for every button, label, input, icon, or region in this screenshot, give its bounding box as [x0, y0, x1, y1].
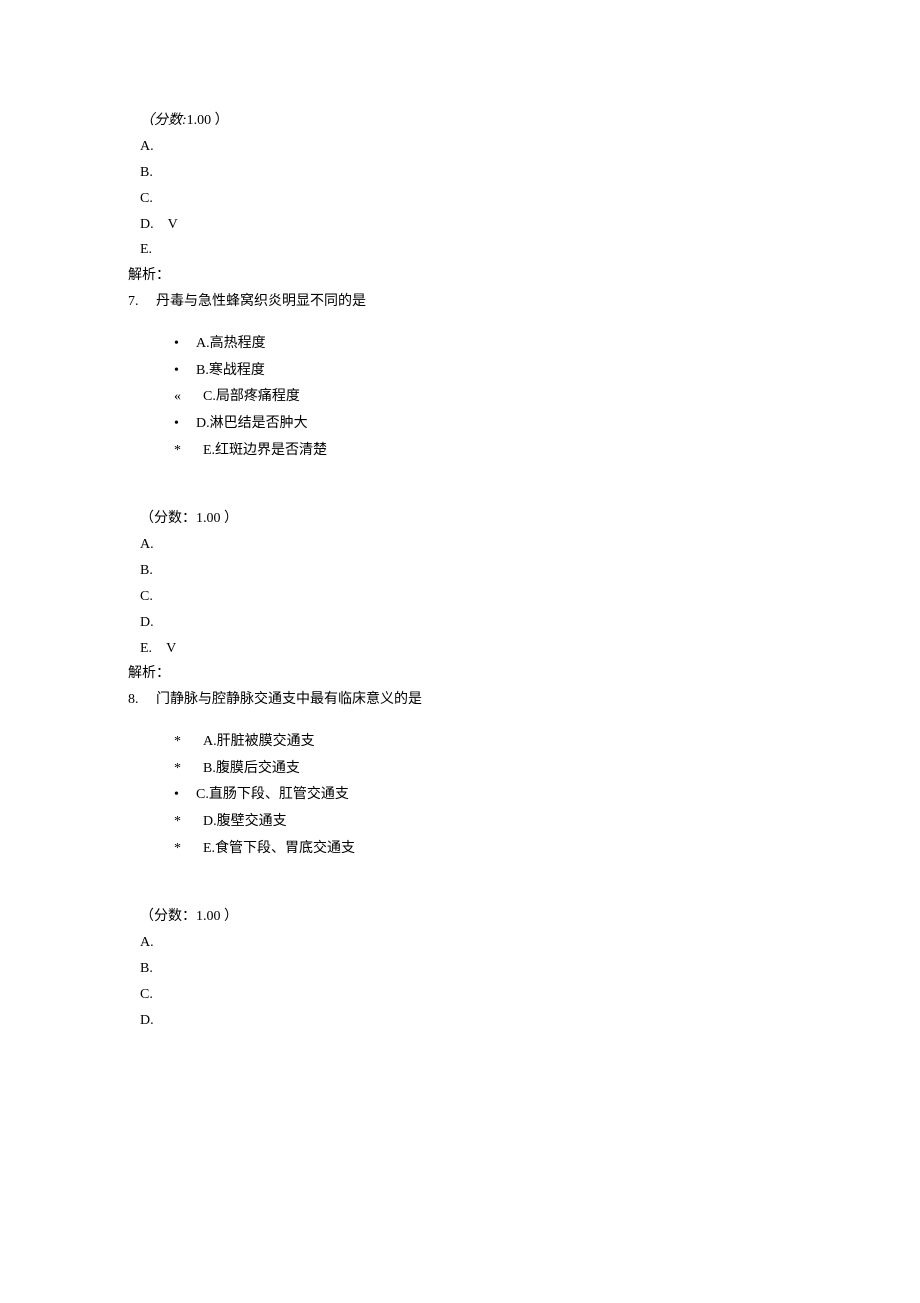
- bullet-icon: *: [174, 836, 196, 863]
- q6-answer-a: A.: [128, 134, 792, 160]
- q6-answer-d: D. V: [128, 212, 792, 238]
- q8-answer-a: A.: [128, 930, 792, 956]
- q7-option-d: •D.淋巴结是否肿大: [174, 411, 792, 438]
- q8-option-a: * A.肝脏被膜交通支: [174, 729, 792, 756]
- q8-option-c: •C.直肠下段、肛管交通支: [174, 782, 792, 809]
- q8-option-b-text: B.腹膜后交通支: [203, 761, 300, 776]
- q8-score-label: （分数：: [140, 909, 196, 924]
- q8-answer-c: C.: [128, 982, 792, 1008]
- q7-option-c-text: C.局部疼痛程度: [203, 389, 300, 404]
- q7-explanation-label: 解析：: [128, 661, 792, 687]
- q7-option-a-text: A.高热程度: [196, 336, 266, 351]
- q7-options: •A.高热程度 •B.寒战程度 « C.局部疼痛程度 •D.淋巴结是否肿大 * …: [128, 331, 792, 464]
- q7-number: 7.: [128, 289, 156, 315]
- bullet-icon: •: [174, 358, 196, 385]
- q8-score: （分数：1.00 ）: [128, 904, 792, 930]
- q7-stem: 7.丹毒与急性蜂窝织炎明显不同的是: [128, 289, 792, 315]
- bullet-icon: *: [174, 438, 196, 465]
- check-mark-icon: V: [166, 636, 176, 662]
- q8-option-a-text: A.肝脏被膜交通支: [203, 734, 315, 749]
- bullet-icon: *: [174, 809, 196, 836]
- q8-option-c-text: C.直肠下段、肛管交通支: [196, 787, 349, 802]
- bullet-icon: «: [174, 384, 196, 411]
- q6-answer-e: E.: [128, 237, 792, 263]
- bullet-icon: *: [174, 729, 196, 756]
- q8-stem-text: 门静脉与腔静脉交通支中最有临床意义的是: [156, 692, 422, 707]
- q7-answer-d: D.: [128, 610, 792, 636]
- bullet-icon: •: [174, 331, 196, 358]
- q8-number: 8.: [128, 687, 156, 713]
- q8-option-d: * D.腹壁交通支: [174, 809, 792, 836]
- q8-option-d-text: D.腹壁交通支: [203, 814, 287, 829]
- q8-option-e: * E.食管下段、胃底交通支: [174, 836, 792, 863]
- q7-stem-text: 丹毒与急性蜂窝织炎明显不同的是: [156, 294, 366, 309]
- q7-option-a: •A.高热程度: [174, 331, 792, 358]
- q7-answer-b: B.: [128, 558, 792, 584]
- q6-answer-d-label: D.: [140, 217, 154, 232]
- q8-answer-b: B.: [128, 956, 792, 982]
- bullet-icon: •: [174, 782, 196, 809]
- q7-answer-e: E. V: [128, 636, 792, 662]
- q8-stem: 8.门静脉与腔静脉交通支中最有临床意义的是: [128, 687, 792, 713]
- q8-answer-d: D.: [128, 1008, 792, 1034]
- q7-score-label: （分数：: [140, 511, 196, 526]
- q7-score-value: 1.00 ）: [196, 511, 238, 526]
- q8-options: * A.肝脏被膜交通支 * B.腹膜后交通支 •C.直肠下段、肛管交通支 * D…: [128, 729, 792, 862]
- q7-option-e: * E.红斑边界是否清楚: [174, 438, 792, 465]
- q7-score: （分数：1.00 ）: [128, 506, 792, 532]
- q6-score-value: 1.00 ）: [187, 113, 229, 128]
- q7-answer-c: C.: [128, 584, 792, 610]
- q7-option-b: •B.寒战程度: [174, 358, 792, 385]
- bullet-icon: •: [174, 411, 196, 438]
- q7-option-c: « C.局部疼痛程度: [174, 384, 792, 411]
- document-page: （分数:1.00 ） A. B. C. D.V E. 解析： 7.丹毒与急性蜂窝…: [0, 0, 920, 1303]
- q6-score-label: （分数:: [140, 113, 187, 128]
- q8-option-b: * B.腹膜后交通支: [174, 756, 792, 783]
- q7-option-b-text: B.寒战程度: [196, 363, 265, 378]
- q7-option-e-text: E.红斑边界是否清楚: [203, 443, 327, 458]
- q8-score-value: 1.00 ）: [196, 909, 238, 924]
- q8-option-e-text: E.食管下段、胃底交通支: [203, 841, 355, 856]
- check-mark-icon: V: [168, 212, 178, 238]
- q6-answer-c: C.: [128, 186, 792, 212]
- q6-explanation-label: 解析：: [128, 263, 792, 289]
- bullet-icon: *: [174, 756, 196, 783]
- q7-option-d-text: D.淋巴结是否肿大: [196, 416, 308, 431]
- q6-answer-b: B.: [128, 160, 792, 186]
- q7-answer-e-label: E.: [140, 641, 152, 656]
- q6-score: （分数:1.00 ）: [128, 108, 792, 134]
- q7-answer-a: A.: [128, 532, 792, 558]
